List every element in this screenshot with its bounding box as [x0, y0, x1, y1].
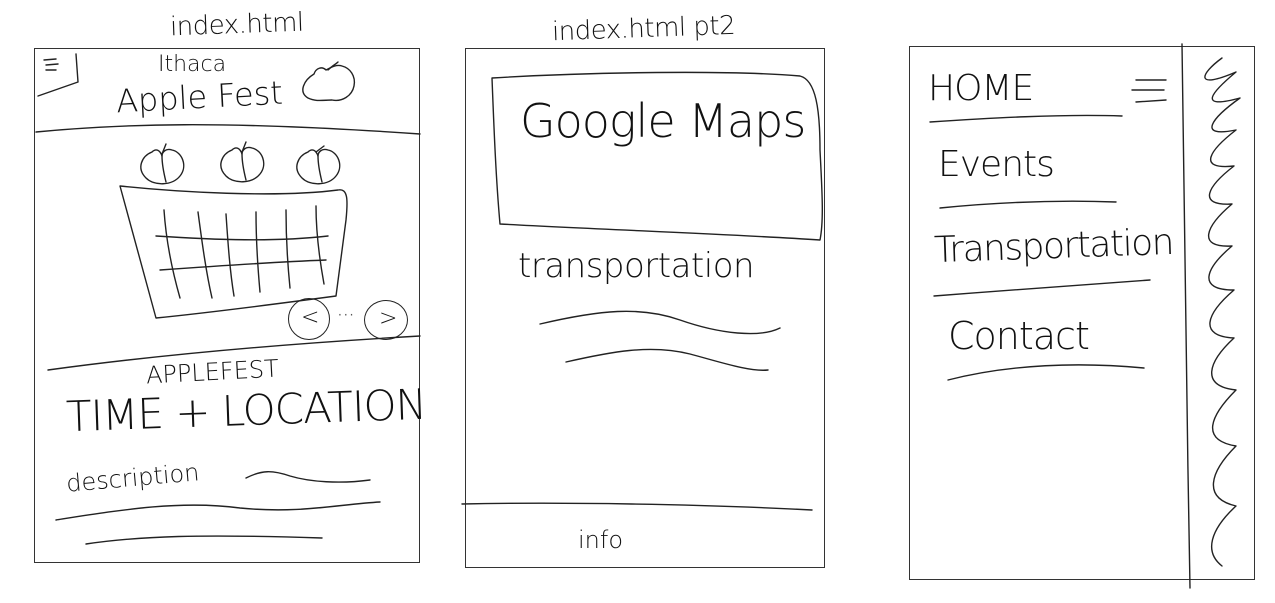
menu-close-hamburger-icon[interactable]	[1130, 74, 1170, 108]
footer-info-link[interactable]: info	[578, 526, 623, 554]
apple-icon	[296, 60, 360, 104]
header-title-line1: Ithaca	[158, 52, 227, 77]
map-embed[interactable]: Google Maps	[490, 70, 824, 244]
chevron-right-icon: >	[379, 306, 398, 331]
map-label: Google Maps	[520, 94, 806, 148]
menu-frame	[909, 46, 1255, 580]
hamburger-icon[interactable]	[36, 52, 80, 98]
frame-title-home-pt2: index.html pt2	[551, 10, 736, 48]
chevron-left-icon: <	[301, 305, 320, 330]
frame-title-home: index.html	[169, 7, 305, 43]
menu-item-contact[interactable]: Contact	[948, 314, 1090, 358]
menu-item-transportation[interactable]: Transportation	[933, 222, 1173, 271]
carousel-next-button[interactable]: >	[364, 300, 408, 340]
menu-item-home[interactable]: HOME	[928, 68, 1034, 109]
menu-item-events[interactable]: Events	[938, 144, 1055, 185]
carousel-prev-button[interactable]: <	[288, 298, 330, 340]
transportation-heading: transportation	[518, 246, 755, 286]
carousel-dots: ···	[338, 308, 356, 322]
